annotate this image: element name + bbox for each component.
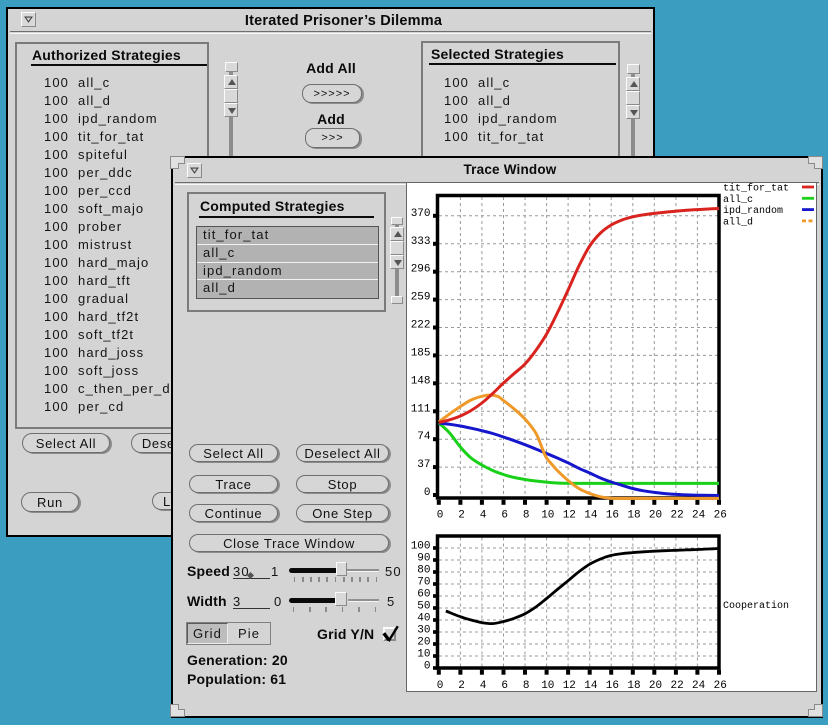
svg-text:80: 80 <box>417 565 430 577</box>
svg-text:12: 12 <box>563 510 576 522</box>
svg-text:22: 22 <box>670 680 683 691</box>
svg-text:2: 2 <box>458 510 465 522</box>
svg-text:90: 90 <box>417 553 430 565</box>
svg-text:22: 22 <box>670 510 683 522</box>
svg-text:70: 70 <box>417 577 430 589</box>
svg-text:26: 26 <box>714 680 727 691</box>
svg-text:10: 10 <box>541 680 554 691</box>
svg-text:ipd_random: ipd_random <box>723 205 783 217</box>
svg-text:74: 74 <box>417 431 431 443</box>
svg-text:4: 4 <box>480 680 487 691</box>
svg-text:20: 20 <box>417 637 430 649</box>
svg-text:Cooperation: Cooperation <box>723 600 789 612</box>
svg-text:all_d: all_d <box>723 216 753 228</box>
svg-text:20: 20 <box>649 680 662 691</box>
svg-text:0: 0 <box>437 680 444 691</box>
svg-text:50: 50 <box>417 601 430 613</box>
svg-text:all_c: all_c <box>723 194 753 206</box>
svg-text:2: 2 <box>458 680 465 691</box>
svg-text:14: 14 <box>584 680 598 691</box>
svg-text:60: 60 <box>417 589 430 601</box>
svg-text:14: 14 <box>584 510 598 522</box>
svg-text:370: 370 <box>411 208 431 220</box>
svg-text:12: 12 <box>563 680 576 691</box>
svg-text:8: 8 <box>523 510 530 522</box>
svg-text:4: 4 <box>480 510 487 522</box>
svg-text:8: 8 <box>523 680 530 691</box>
svg-text:296: 296 <box>411 264 431 276</box>
svg-text:24: 24 <box>692 510 706 522</box>
svg-text:10: 10 <box>541 510 554 522</box>
svg-text:40: 40 <box>417 613 430 625</box>
svg-text:185: 185 <box>411 347 431 359</box>
svg-text:0: 0 <box>424 487 431 499</box>
svg-text:tit_for_tat: tit_for_tat <box>723 183 789 195</box>
svg-text:18: 18 <box>627 680 640 691</box>
svg-text:100: 100 <box>411 541 431 553</box>
svg-text:30: 30 <box>417 625 430 637</box>
svg-text:333: 333 <box>411 236 431 248</box>
svg-text:24: 24 <box>692 680 706 691</box>
svg-text:0: 0 <box>437 510 444 522</box>
svg-text:111: 111 <box>411 403 431 415</box>
svg-text:37: 37 <box>417 459 430 471</box>
svg-text:222: 222 <box>411 320 431 332</box>
svg-text:259: 259 <box>411 292 431 304</box>
svg-text:26: 26 <box>714 510 727 522</box>
svg-text:16: 16 <box>606 680 619 691</box>
svg-text:148: 148 <box>411 375 431 387</box>
svg-text:6: 6 <box>501 680 508 691</box>
svg-text:20: 20 <box>649 510 662 522</box>
svg-text:6: 6 <box>501 510 508 522</box>
svg-text:0: 0 <box>424 661 431 673</box>
svg-text:10: 10 <box>417 649 430 661</box>
svg-text:16: 16 <box>606 510 619 522</box>
svg-text:18: 18 <box>627 510 640 522</box>
